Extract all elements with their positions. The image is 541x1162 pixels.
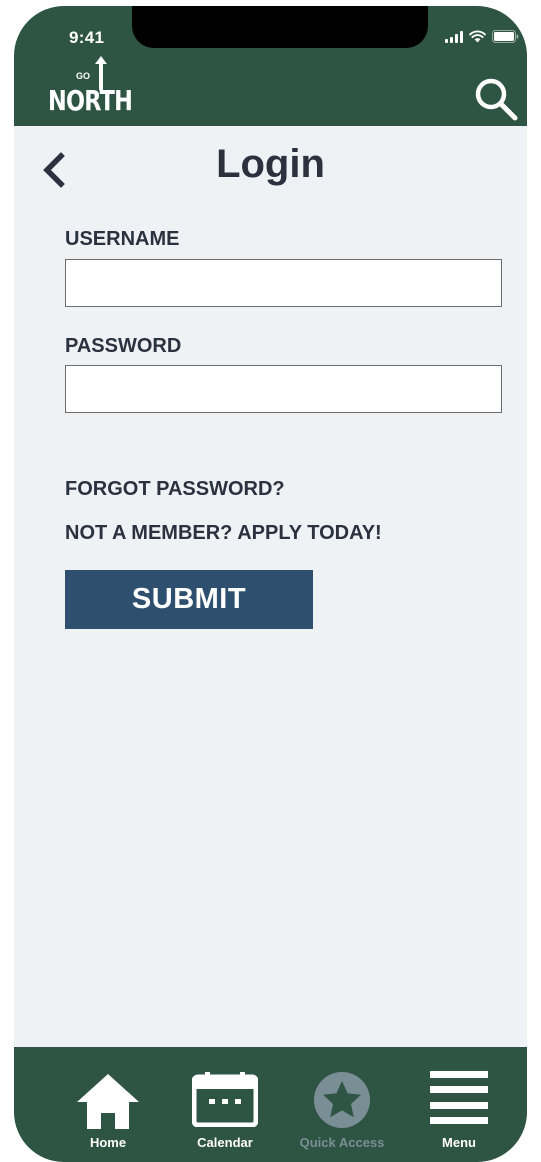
- app-header: 9:41 GO NORTH: [14, 6, 527, 126]
- wifi-icon: [469, 30, 486, 43]
- nav-label-calendar: Calendar: [197, 1135, 253, 1150]
- nav-label-home: Home: [89, 1135, 127, 1150]
- nav-item-home[interactable]: Home: [53, 1047, 163, 1162]
- cellular-signal-icon: [445, 31, 463, 43]
- bottom-nav: Home Calendar Quick Access Menu: [14, 1047, 527, 1162]
- status-icons: [445, 30, 519, 43]
- menu-icon: [430, 1071, 488, 1124]
- search-icon: [475, 78, 518, 121]
- go-north-logo[interactable]: GO NORTH: [48, 56, 133, 118]
- password-label: PASSWORD: [65, 335, 182, 357]
- forgot-password-link[interactable]: FORGOT PASSWORD?: [65, 478, 285, 501]
- search-button[interactable]: [473, 76, 519, 122]
- password-input[interactable]: [65, 365, 502, 413]
- logo-small-text: GO: [76, 71, 91, 81]
- star-icon: [314, 1072, 370, 1128]
- username-input[interactable]: [65, 259, 502, 307]
- battery-icon: [492, 30, 519, 43]
- phone-screen: 9:41 GO NORTH Login USERNAME PASSWORD FO…: [14, 6, 527, 1162]
- nav-label-menu: Menu: [442, 1135, 476, 1150]
- submit-button[interactable]: SUBMIT: [65, 570, 313, 629]
- nav-item-menu[interactable]: Menu: [404, 1047, 514, 1162]
- nav-item-quick-access[interactable]: Quick Access: [287, 1047, 397, 1162]
- status-time: 9:41: [69, 28, 105, 47]
- calendar-icon: [192, 1072, 258, 1127]
- device-notch: [132, 6, 428, 48]
- username-label: USERNAME: [65, 228, 180, 250]
- nav-item-calendar[interactable]: Calendar: [170, 1047, 280, 1162]
- logo-word: NORTH: [48, 84, 133, 117]
- nav-label-quick-access: Quick Access: [299, 1135, 385, 1150]
- page-title: Login: [216, 142, 325, 186]
- apply-today-link[interactable]: NOT A MEMBER? APPLY TODAY!: [65, 522, 382, 545]
- home-icon: [77, 1074, 139, 1129]
